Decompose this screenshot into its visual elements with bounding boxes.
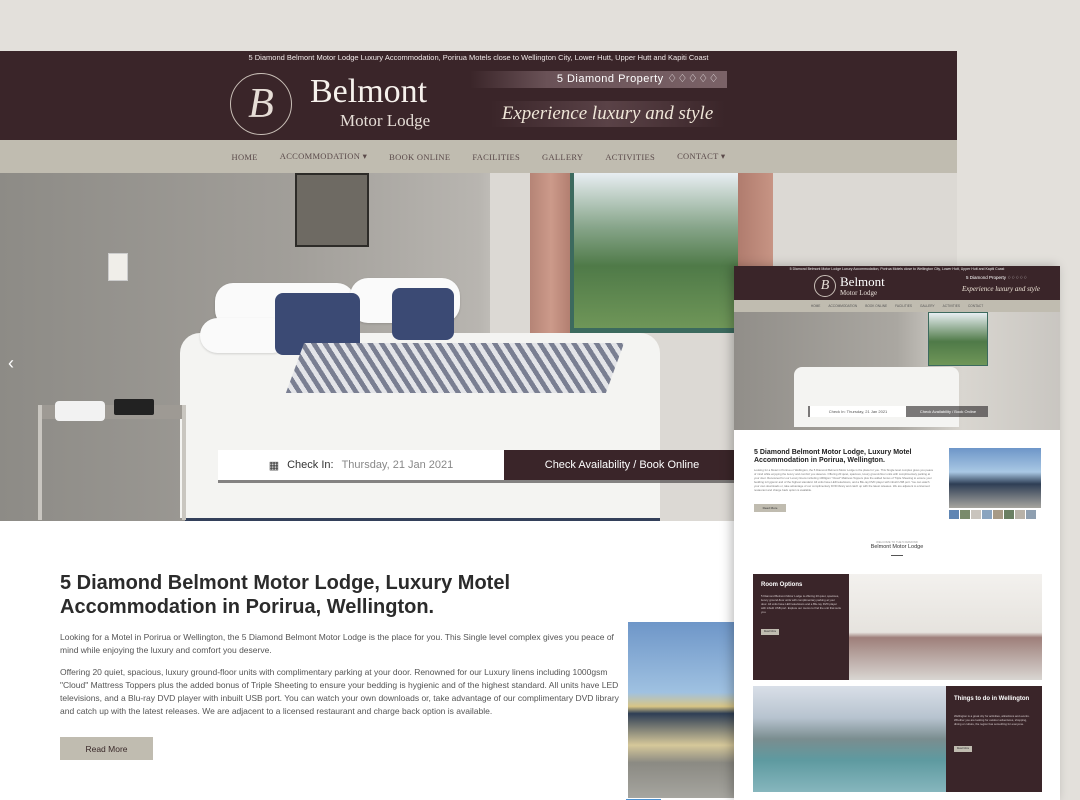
preview-header: 5 Diamond Belmont Motor Lodge Luxury Acc… xyxy=(734,266,1060,300)
room-options-text: 5 Diamond Belmont Motor Lodge is offerin… xyxy=(761,594,841,614)
things-to-do-title: Things to do in Wellington xyxy=(954,696,1030,702)
preview-title: 5 Diamond Belmont Motor Lodge, Luxury Mo… xyxy=(754,449,912,464)
room-options-card: Room Options 5 Diamond Belmont Motor Lod… xyxy=(753,574,849,680)
preview-thumbnail[interactable] xyxy=(993,510,1003,519)
checkin-label: Check In: xyxy=(287,459,334,471)
hero-curtain-right xyxy=(738,173,773,273)
mobile-preview: 5 Diamond Belmont Motor Lodge Luxury Acc… xyxy=(734,266,1060,800)
site-header: 5 Diamond Belmont Motor Lodge Luxury Acc… xyxy=(0,51,957,140)
preview-thumbnail[interactable] xyxy=(1004,510,1014,519)
hero-side-table-legs xyxy=(38,405,186,520)
header-tagline: 5 Diamond Belmont Motor Lodge Luxury Acc… xyxy=(248,53,709,62)
preview-property-photo[interactable] xyxy=(949,448,1041,508)
preview-thumbnail[interactable] xyxy=(971,510,981,519)
things-to-do-card: Things to do in Wellington Wellington is… xyxy=(946,686,1042,792)
checkin-date-field[interactable]: ▦ Check In: Thursday, 21 Jan 2021 xyxy=(218,450,504,480)
room-options-photo[interactable] xyxy=(849,574,1042,680)
preview-thumbnail[interactable] xyxy=(1026,510,1036,519)
preview-nav-item[interactable]: FACILITIES xyxy=(895,304,912,308)
preview-check-button[interactable]: Check Availability / Book Online xyxy=(908,406,988,417)
read-more-button[interactable]: Read More xyxy=(60,737,153,760)
room-options-button[interactable]: Read More xyxy=(761,629,779,635)
hero-phone xyxy=(55,401,105,421)
logo-subtitle: Motor Lodge xyxy=(340,111,431,130)
preview-section-divider xyxy=(891,555,903,556)
intro-paragraph-2: Offering 20 quiet, spacious, luxury grou… xyxy=(60,667,619,716)
hero-artwork xyxy=(295,173,369,247)
preview-paragraph: Looking for a Motel in Porirua or Wellin… xyxy=(754,468,934,492)
check-availability-button[interactable]: Check Availability / Book Online xyxy=(504,450,740,480)
nav-contact[interactable]: CONTACT ▾ xyxy=(677,151,725,162)
main-nav: HOME ACCOMMODATION ▾ BOOK ONLINE FACILIT… xyxy=(0,140,957,173)
preview-logo-icon: B xyxy=(814,275,836,297)
hero-window xyxy=(570,173,746,333)
preview-thumbnail[interactable] xyxy=(960,510,970,519)
room-options-title: Room Options xyxy=(761,582,803,588)
preview-hero-bed xyxy=(794,367,959,427)
preview-nav-item[interactable]: GALLERY xyxy=(920,304,935,308)
preview-section-title: Belmont Motor Lodge xyxy=(870,544,924,550)
logo-name: Belmont xyxy=(310,73,428,110)
header-slogan: Experience luxury and style xyxy=(490,101,725,127)
preview-read-more-button[interactable]: Read More xyxy=(754,504,786,512)
diamond-rating-badge: 5 Diamond Property ♢♢♢♢♢ xyxy=(470,71,727,88)
things-to-do-text: Wellington is a great city for activitie… xyxy=(954,714,1030,726)
preview-thumbnail[interactable] xyxy=(949,510,959,519)
preview-tagline: 5 Diamond Belmont Motor Lodge Luxury Acc… xyxy=(789,267,1005,271)
hero-light-switch xyxy=(108,253,128,281)
property-photo[interactable] xyxy=(628,622,738,798)
nav-home[interactable]: HOME xyxy=(232,152,258,162)
preview-nav-item[interactable]: ACCOMMODATION xyxy=(828,304,857,308)
preview-nav-item[interactable]: BOOK ONLINE xyxy=(865,304,887,308)
preview-hero-window xyxy=(928,312,988,366)
preview-thumbnail[interactable] xyxy=(982,510,992,519)
preview-nav-item[interactable]: HOME xyxy=(811,304,821,308)
preview-slogan: Experience luxury and style xyxy=(962,285,1040,293)
preview-thumbnail[interactable] xyxy=(1015,510,1025,519)
preview-diamond-badge: 5 Diamond Property ♢♢♢♢♢ xyxy=(966,275,1028,280)
nav-activities[interactable]: ACTIVITIES xyxy=(605,152,655,162)
intro-paragraph-1: Looking for a Motel in Porirua or Wellin… xyxy=(60,632,614,655)
checkin-date: Thursday, 21 Jan 2021 xyxy=(341,459,454,471)
hero-bed-runner xyxy=(285,343,625,393)
hero-cushion xyxy=(392,288,454,340)
hero-curtain-left xyxy=(530,173,572,343)
things-to-do-button[interactable]: Read More xyxy=(954,746,972,752)
preview-checkin-field[interactable]: Check In: Thursday, 21 Jan 2021 xyxy=(810,406,906,417)
intro-title: 5 Diamond Belmont Motor Lodge, Luxury Mo… xyxy=(60,572,510,618)
hero-clock xyxy=(114,399,154,415)
preview-logo-name: Belmont xyxy=(840,274,885,289)
logo-monogram-icon: B xyxy=(230,73,292,135)
preview-hero: Check In: Thursday, 21 Jan 2021 Check Av… xyxy=(734,312,1060,430)
calendar-icon: ▦ xyxy=(268,459,280,472)
preview-nav: HOME ACCOMMODATION BOOK ONLINE FACILITIE… xyxy=(734,300,1060,312)
preview-logo-subtitle: Motor Lodge xyxy=(840,289,878,297)
preview-nav-item[interactable]: CONTACT xyxy=(968,304,983,308)
nav-gallery[interactable]: GALLERY xyxy=(542,152,583,162)
nav-accommodation[interactable]: ACCOMMODATION ▾ xyxy=(280,151,367,162)
wellington-photo[interactable] xyxy=(753,686,946,792)
nav-facilities[interactable]: FACILITIES xyxy=(472,152,520,162)
nav-book-online[interactable]: BOOK ONLINE xyxy=(389,152,450,162)
preview-thumbnails xyxy=(949,510,1036,519)
chevron-left-icon[interactable]: ‹ xyxy=(8,353,14,374)
preview-nav-item[interactable]: ACTIVITIES xyxy=(943,304,960,308)
